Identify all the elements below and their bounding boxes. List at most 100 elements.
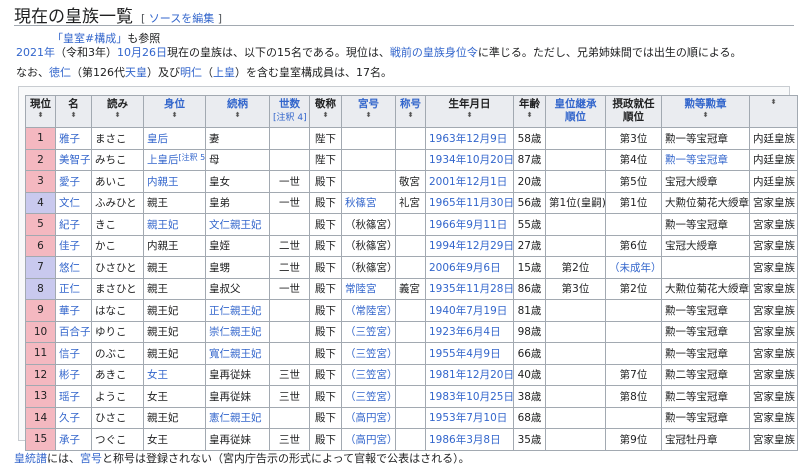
sort-icon[interactable]: ⬍ <box>29 111 52 119</box>
table-cell[interactable]: 1994年12月29日 <box>425 234 514 257</box>
column-header[interactable]: 皇位継承 順位 <box>545 95 606 128</box>
table-cell[interactable]: 1934年10月20日 <box>425 148 514 171</box>
table-cell[interactable]: 1986年3月8日 <box>425 428 514 451</box>
sort-icon[interactable]: ⬍ <box>59 111 88 119</box>
column-header[interactable]: 生年月日 ⬍ <box>425 95 514 128</box>
table-cell[interactable]: 文仁親王妃 <box>205 213 270 236</box>
column-header[interactable]: 身位 ⬍ <box>143 95 206 128</box>
table-cell[interactable]: 1963年12月9日 <box>425 127 514 150</box>
cell-link[interactable]: 1940年7月19日 <box>429 305 507 317</box>
column-header[interactable]: 称号 ⬍ <box>395 95 426 128</box>
footnote-link[interactable]: [注釈 4] <box>273 113 307 123</box>
cell-link[interactable]: 女王 <box>147 369 168 381</box>
table-cell[interactable]: （三笠宮） <box>341 320 396 343</box>
cell-link[interactable]: 文仁親王妃 <box>209 219 262 231</box>
table-cell[interactable]: 1983年10月25日 <box>425 385 514 408</box>
sort-icon[interactable]: ⬍ <box>345 111 392 119</box>
sort-icon[interactable]: ⬍ <box>95 111 140 119</box>
table-cell[interactable]: 正仁親王妃 <box>205 299 270 322</box>
table-cell[interactable]: 文仁 <box>55 191 92 214</box>
column-header[interactable]: 世数 [注釈 4] <box>269 95 310 128</box>
table-cell[interactable]: （高円宮） <box>341 428 396 451</box>
cell-link[interactable]: 1955年4月9日 <box>429 348 501 360</box>
sort-icon[interactable]: ⬍ <box>429 111 510 119</box>
cell-link[interactable]: （三笠宮） <box>345 326 395 338</box>
cell-link[interactable]: 美智子 <box>59 154 91 166</box>
intro-link[interactable]: 10月26日 <box>117 46 167 59</box>
cell-link[interactable]: 1953年7月10日 <box>429 412 507 424</box>
cell-link[interactable]: 憲仁親王妃 <box>209 412 262 424</box>
table-cell[interactable]: 瑶子 <box>55 385 92 408</box>
cell-link[interactable]: 紀子 <box>59 219 80 231</box>
table-cell[interactable]: 佳子 <box>55 234 92 257</box>
cell-link[interactable]: 皇后 <box>147 133 168 145</box>
table-cell[interactable]: 1940年7月19日 <box>425 299 514 322</box>
sort-icon[interactable]: ⬍ <box>147 111 202 119</box>
cell-link[interactable]: 2001年12月1日 <box>429 176 507 188</box>
column-header[interactable]: 名 ⬍ <box>55 95 92 128</box>
table-cell[interactable]: 美智子 <box>55 148 92 171</box>
cell-link[interactable]: 1994年12月29日 <box>429 240 513 252</box>
cell-link[interactable]: （高円宮） <box>345 412 395 424</box>
table-cell[interactable]: 上皇后[注釈 5] <box>143 148 206 171</box>
intro-link[interactable]: 明仁 <box>180 66 202 79</box>
table-cell[interactable]: 信子 <box>55 342 92 365</box>
table-cell[interactable]: 常陸宮 <box>341 277 396 300</box>
sort-icon[interactable]: ⬍ <box>209 111 266 119</box>
cell-link[interactable]: 愛子 <box>59 176 80 188</box>
column-header[interactable]: 宮号 ⬍ <box>341 95 396 128</box>
table-cell[interactable]: （常陸宮） <box>341 299 396 322</box>
table-cell[interactable]: 秋篠宮 <box>341 191 396 214</box>
table-cell[interactable]: 勲一等宝冠章 <box>661 148 750 171</box>
cell-link[interactable]: 1935年11月28日 <box>429 283 513 295</box>
table-cell[interactable]: （三笠宮） <box>341 385 396 408</box>
column-header-label[interactable]: 順位 <box>565 111 586 123</box>
column-header-label[interactable]: 勲等勲章 <box>685 98 727 110</box>
sort-icon[interactable]: ⬍ <box>753 98 794 106</box>
intro-link[interactable]: 天皇 <box>125 66 147 79</box>
table-cell[interactable]: 1965年11月30日 <box>425 191 514 214</box>
table-cell[interactable]: 2006年9月6日 <box>425 256 514 279</box>
column-header[interactable]: 現位 ⬍ <box>25 95 56 128</box>
cell-link[interactable]: 1983年10月25日 <box>429 391 513 403</box>
column-header[interactable]: 続柄 ⬍ <box>205 95 270 128</box>
cell-link[interactable]: 1965年11月30日 <box>429 197 513 209</box>
intro-link[interactable]: 2021年 <box>16 46 55 59</box>
cell-link[interactable]: 1963年12月9日 <box>429 133 507 145</box>
cell-link[interactable]: 正仁 <box>59 283 80 295</box>
sort-icon[interactable]: ⬍ <box>313 111 338 119</box>
footer-link[interactable]: 皇統譜 <box>14 452 47 465</box>
cell-link[interactable]: 1966年9月11日 <box>429 219 507 231</box>
column-header[interactable]: ⬍ <box>749 95 798 128</box>
cell-link[interactable]: （常陸宮） <box>345 305 395 317</box>
footer-link[interactable]: 宮号 <box>80 452 102 465</box>
table-cell[interactable]: 寬仁親王妃 <box>205 342 270 365</box>
intro-link[interactable]: 戦前の皇族身位令 <box>390 46 478 59</box>
table-cell[interactable]: （未成年） <box>605 256 662 279</box>
table-cell[interactable]: 愛子 <box>55 170 92 193</box>
cell-link[interactable]: 雅子 <box>59 133 80 145</box>
column-header-label[interactable]: 世数 <box>279 98 300 110</box>
table-cell[interactable]: 崇仁親王妃 <box>205 320 270 343</box>
cell-link[interactable]: 寬仁親王妃 <box>209 348 262 360</box>
column-header-label[interactable]: 続柄 <box>227 98 248 110</box>
cell-link[interactable]: （三笠宮） <box>345 348 395 360</box>
table-cell[interactable]: 1953年7月10日 <box>425 406 514 429</box>
cell-link[interactable]: 勲一等宝冠章 <box>665 154 728 166</box>
cell-link[interactable]: 悠仁 <box>59 262 80 274</box>
column-header[interactable]: 勲等勲章 ⬍ <box>661 95 750 128</box>
table-cell[interactable]: 紀子 <box>55 213 92 236</box>
cell-link[interactable]: 親王妃 <box>147 219 179 231</box>
table-cell[interactable]: 1923年6月4日 <box>425 320 514 343</box>
cell-link[interactable]: 彬子 <box>59 369 80 381</box>
table-cell[interactable]: 彬子 <box>55 363 92 386</box>
cell-link[interactable]: 2006年9月6日 <box>429 262 501 274</box>
table-cell[interactable]: 1966年9月11日 <box>425 213 514 236</box>
column-header-label[interactable]: 宮号 <box>358 98 379 110</box>
cell-link[interactable]: 華子 <box>59 305 80 317</box>
table-cell[interactable]: 1981年12月20日 <box>425 363 514 386</box>
cell-link[interactable]: 崇仁親王妃 <box>209 326 262 338</box>
cell-link[interactable]: 久子 <box>59 412 80 424</box>
table-cell[interactable]: 悠仁 <box>55 256 92 279</box>
cell-link[interactable]: 百合子 <box>59 326 91 338</box>
